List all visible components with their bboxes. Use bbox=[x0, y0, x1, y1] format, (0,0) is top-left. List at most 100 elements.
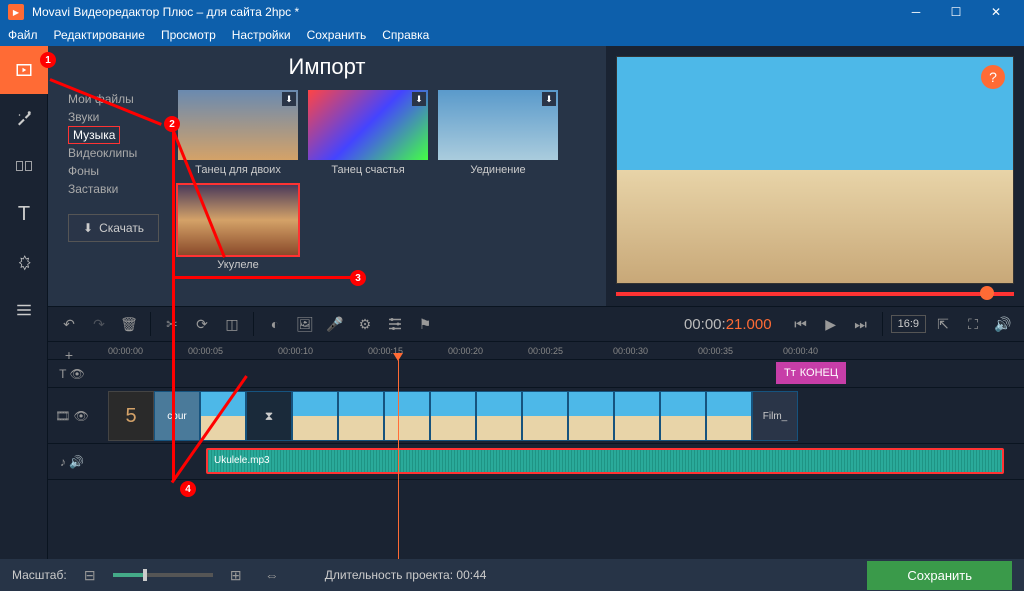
audio-track-content[interactable]: Ukulele.mp3 bbox=[96, 444, 1024, 479]
annotation-3: 3 bbox=[350, 270, 366, 286]
media-item[interactable]: ⬇ Танец счастья bbox=[308, 90, 428, 298]
preview-panel: ? bbox=[606, 46, 1024, 306]
duration-label: Длительность проекта: 00:44 bbox=[325, 568, 487, 582]
scale-label: Масштаб: bbox=[12, 568, 67, 582]
popout-button[interactable]: ⇱ bbox=[930, 311, 956, 337]
media-item[interactable]: ⬇ Уединение bbox=[438, 90, 558, 298]
nav-backgrounds[interactable]: Фоны bbox=[68, 162, 178, 180]
aspect-ratio[interactable]: 16:9 bbox=[891, 315, 926, 333]
thumbnail-grid: ⬇ Танец для двоих ⬇ Танец счастья ⬇ Уеди… bbox=[178, 90, 606, 298]
timeline-ruler[interactable]: + 00:00:00 00:00:05 00:00:10 00:00:15 00… bbox=[48, 342, 1024, 360]
end-title-label: КОНЕЦ bbox=[800, 367, 838, 379]
audio-track-head[interactable]: ♪ 🔊 bbox=[48, 444, 96, 479]
scrub-handle[interactable] bbox=[980, 286, 994, 300]
video-frame bbox=[522, 391, 568, 441]
maximize-button[interactable]: ☐ bbox=[936, 0, 976, 24]
volume-button[interactable]: 🔊 bbox=[990, 311, 1016, 337]
video-track-head[interactable]: 🎞 👁 bbox=[48, 388, 96, 443]
title-track-head[interactable]: T 👁 bbox=[48, 360, 96, 387]
color-button[interactable]: ◐ bbox=[262, 311, 288, 337]
app-logo bbox=[8, 4, 24, 20]
next-frame-button[interactable]: ⏭ bbox=[848, 311, 874, 337]
preview-scrubber[interactable] bbox=[616, 292, 1014, 296]
save-button[interactable]: Сохранить bbox=[867, 561, 1012, 590]
import-panel: Импорт Мои файлы Звуки Музыка Видеоклипы… bbox=[48, 46, 606, 306]
titles-tool[interactable]: T bbox=[0, 190, 48, 238]
end-title-clip[interactable]: Tᴛ КОНЕЦ bbox=[776, 362, 846, 384]
menu-edit[interactable]: Редактирование bbox=[54, 28, 145, 42]
video-frame bbox=[706, 391, 752, 441]
stickers-tool[interactable] bbox=[0, 238, 48, 286]
video-frame bbox=[430, 391, 476, 441]
video-frame bbox=[614, 391, 660, 441]
thumb-label: Уединение bbox=[438, 164, 558, 176]
menubar: Файл Редактирование Просмотр Настройки С… bbox=[0, 24, 1024, 46]
video-track-content[interactable]: 5 cour ⧗ Film_ bbox=[96, 388, 1024, 443]
play-button[interactable]: ▶ bbox=[818, 311, 844, 337]
thumb-label: Укулеле bbox=[178, 259, 298, 271]
menu-view[interactable]: Просмотр bbox=[161, 28, 216, 42]
thumb-label: Танец для двоих bbox=[178, 164, 298, 176]
video-track: 🎞 👁 5 cour ⧗ bbox=[48, 388, 1024, 444]
tool-sidebar: T bbox=[0, 46, 48, 559]
video-frame bbox=[660, 391, 706, 441]
video-frame bbox=[476, 391, 522, 441]
download-button[interactable]: ⬇ Скачать bbox=[68, 214, 159, 242]
redo-button[interactable]: ↷ bbox=[86, 311, 112, 337]
filters-tool[interactable] bbox=[0, 94, 48, 142]
nav-intros[interactable]: Заставки bbox=[68, 180, 178, 198]
dl-icon: ⬇ bbox=[282, 92, 296, 106]
annotation-4: 4 bbox=[180, 481, 196, 497]
delete-button[interactable]: 🗑 bbox=[116, 311, 142, 337]
menu-file[interactable]: Файл bbox=[8, 28, 38, 42]
menu-settings[interactable]: Настройки bbox=[232, 28, 291, 42]
playhead[interactable] bbox=[398, 360, 399, 559]
video-clip[interactable]: 5 cour ⧗ Film_ bbox=[108, 391, 798, 441]
mic-button[interactable]: 🎤 bbox=[322, 311, 348, 337]
close-button[interactable]: ✕ bbox=[976, 0, 1016, 24]
zoom-slider[interactable] bbox=[113, 573, 213, 577]
title-track-content[interactable]: Tᴛ КОНЕЦ bbox=[96, 360, 1024, 387]
sliders-button[interactable] bbox=[382, 311, 408, 337]
minimize-button[interactable]: ─ bbox=[896, 0, 936, 24]
undo-button[interactable]: ↶ bbox=[56, 311, 82, 337]
nav-music[interactable]: Музыка bbox=[68, 126, 120, 144]
ruler-tick: 00:00:00 bbox=[108, 346, 143, 356]
video-frame bbox=[384, 391, 430, 441]
dl-icon: ⬇ bbox=[412, 92, 426, 106]
timeline-tracks: T 👁 Tᴛ КОНЕЦ 🎞 👁 5 cour ⧗ bbox=[48, 360, 1024, 559]
download-label: Скачать bbox=[99, 221, 144, 235]
zoom-in-button[interactable]: ⊞ bbox=[223, 562, 249, 588]
annotation-1: 1 bbox=[40, 52, 56, 68]
title-type-icon: Tᴛ bbox=[784, 367, 796, 379]
ruler-tick: 00:00:25 bbox=[528, 346, 563, 356]
menu-save[interactable]: Сохранить bbox=[307, 28, 367, 42]
import-tool[interactable] bbox=[0, 46, 48, 94]
zoom-out-button[interactable]: ⊟ bbox=[77, 562, 103, 588]
menu-help[interactable]: Справка bbox=[382, 28, 429, 42]
arrow-2-4-vertical bbox=[172, 126, 175, 481]
crop-button[interactable]: ◫ bbox=[219, 311, 245, 337]
thumb-image: ⬇ bbox=[178, 90, 298, 160]
fullscreen-button[interactable]: ⛶ bbox=[960, 311, 986, 337]
audio-clip[interactable]: Ukulele.mp3 bbox=[206, 448, 1004, 474]
prev-frame-button[interactable]: ⏮ bbox=[788, 311, 814, 337]
help-button[interactable]: ? bbox=[981, 65, 1005, 89]
settings-button[interactable]: ⚙ bbox=[352, 311, 378, 337]
countdown-frame: 5 bbox=[108, 391, 154, 441]
nav-videoclips[interactable]: Видеоклипы bbox=[68, 144, 178, 162]
marker-button[interactable]: ⚑ bbox=[412, 311, 438, 337]
waveform bbox=[208, 450, 1002, 472]
more-tool[interactable] bbox=[0, 286, 48, 334]
video-frame: Film_ bbox=[752, 391, 798, 441]
dl-icon: ⬇ bbox=[542, 92, 556, 106]
media-item-selected[interactable]: Укулеле bbox=[178, 185, 298, 271]
video-frame bbox=[338, 391, 384, 441]
download-icon: ⬇ bbox=[83, 221, 93, 235]
thumb-image bbox=[178, 185, 298, 255]
rotate-button[interactable]: ⟳ bbox=[189, 311, 215, 337]
image-button[interactable]: 🖼 bbox=[292, 311, 318, 337]
window-title: Movavi Видеоредактор Плюс – для сайта 2h… bbox=[32, 5, 896, 19]
fit-button[interactable]: ⇔ bbox=[259, 562, 285, 588]
transitions-tool[interactable] bbox=[0, 142, 48, 190]
